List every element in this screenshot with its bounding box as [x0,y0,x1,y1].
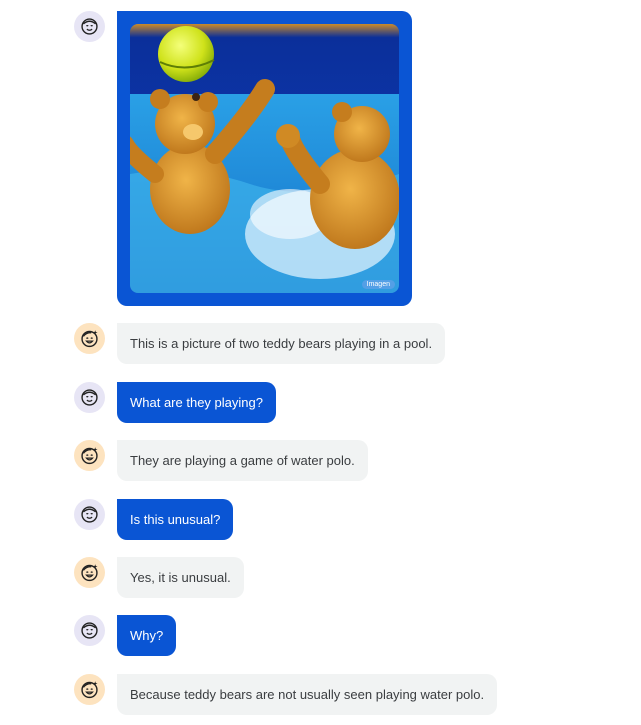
imagen-badge: Imagen [361,280,395,289]
image-message-bubble: Imagen [117,11,412,306]
bot-avatar-icon [81,447,98,465]
user-avatar-icon [81,622,98,639]
user-avatar-icon [81,389,98,406]
bot-avatar-icon [81,681,98,699]
bot-avatar-icon [81,564,98,582]
user-avatar [74,615,105,646]
message-text: This is a picture of two teddy bears pla… [130,336,433,351]
generated-image[interactable]: Imagen [130,24,399,293]
bot-avatar-icon [81,330,98,348]
message-text: Why? [130,628,164,643]
message-text: Is this unusual? [130,512,221,527]
bot-message: Yes, it is unusual. [117,557,244,598]
message-text: Yes, it is unusual. [130,570,231,585]
bot-avatar [74,323,105,354]
bot-avatar [74,440,105,471]
user-avatar-icon [81,506,98,523]
message-text: They are playing a game of water polo. [130,453,355,468]
user-message: What are they playing? [117,382,276,423]
user-avatar [74,11,105,42]
message-text: What are they playing? [130,395,263,410]
user-avatar [74,382,105,413]
bot-message: This is a picture of two teddy bears pla… [117,323,446,364]
message-text: Because teddy bears are not usually seen… [130,687,485,702]
user-avatar-icon [81,18,98,35]
teddy-bears-pool-image [130,24,399,293]
bot-message: They are playing a game of water polo. [117,440,368,481]
user-message: Is this unusual? [117,499,234,540]
bot-message: Because teddy bears are not usually seen… [117,674,498,715]
user-message: Why? [117,615,177,656]
bot-avatar [74,674,105,705]
user-avatar [74,499,105,530]
bot-avatar [74,557,105,588]
